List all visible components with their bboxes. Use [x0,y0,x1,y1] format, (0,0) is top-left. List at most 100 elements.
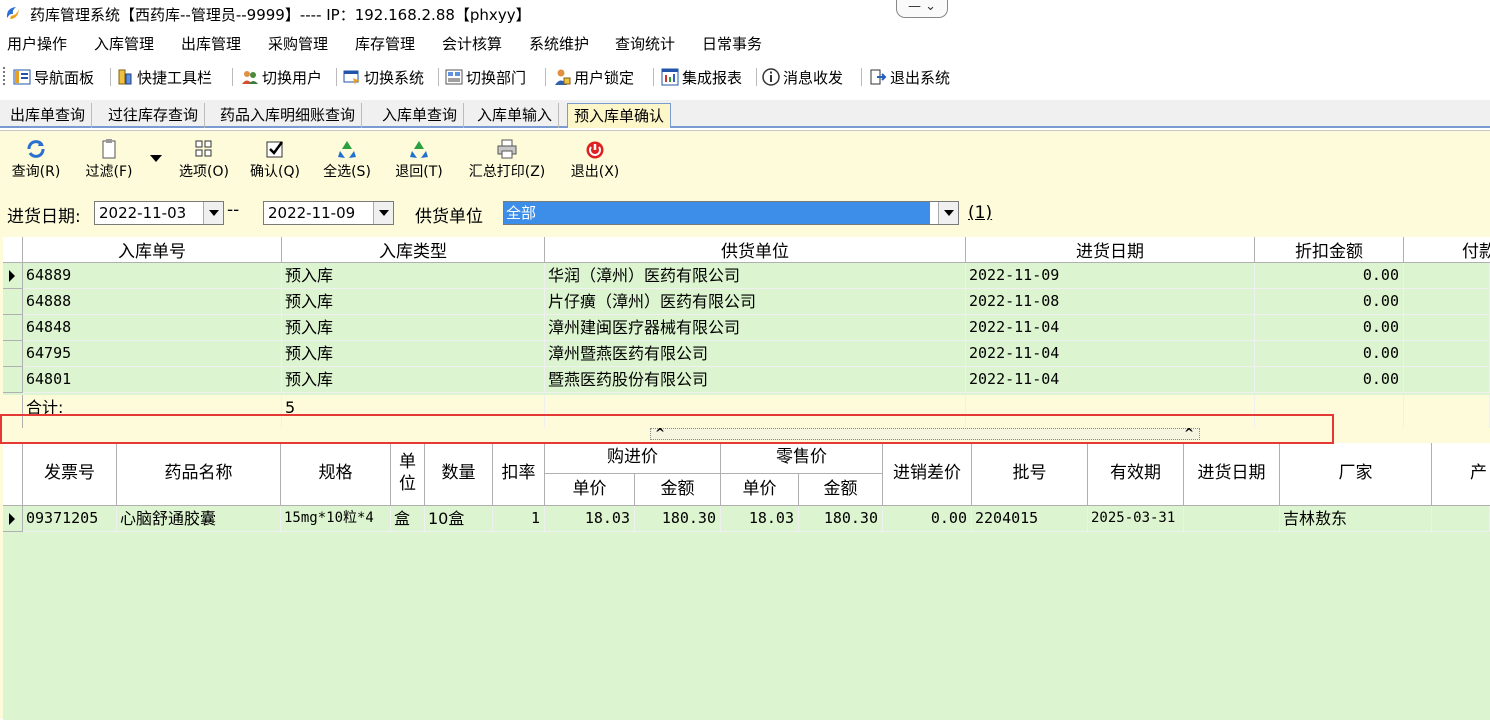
table-cell[interactable]: 2022-11-09 [966,263,1255,289]
panel-splitter[interactable]: ^ ^ [0,426,1490,442]
table-cell[interactable]: 2022-11-04 [966,341,1255,367]
chevron-up-icon[interactable]: ^ [1184,426,1194,440]
table-cell[interactable]: 10盒 [425,506,493,532]
row-indicator[interactable] [3,263,23,289]
table-cell[interactable] [1404,315,1490,341]
col-purchase-unit-price[interactable]: 单价 [545,474,635,506]
col-manufacturer[interactable]: 厂家 [1280,443,1432,506]
tab-inbound-ledger[interactable]: 药品入库明细账查询 [214,103,363,128]
row-indicator[interactable] [3,506,23,532]
col-inbound-no[interactable]: 入库单号 [23,237,282,263]
table-cell[interactable]: 华润（漳州）医药有限公司 [545,263,966,289]
table-cell[interactable]: 0.00 [883,506,972,532]
select-all-button[interactable]: 全选(S) [318,139,376,183]
table-cell[interactable]: 0.00 [1255,315,1404,341]
menu-user-ops[interactable]: 用户操作 [7,33,67,54]
table-cell[interactable]: 暨燕医药股份有限公司 [545,367,966,393]
row-indicator[interactable] [3,367,23,393]
tab-inbound-entry[interactable]: 入库单输入 [471,103,560,128]
table-cell[interactable]: 0.00 [1255,367,1404,393]
chevron-down-icon[interactable] [938,202,958,224]
col-discount-amount[interactable]: 折扣金额 [1255,237,1404,263]
table-cell[interactable]: 2022-11-04 [966,315,1255,341]
table-cell[interactable]: 0.00 [1255,289,1404,315]
table-cell[interactable]: 18.03 [545,506,635,532]
record-count-link[interactable]: (1) [968,203,992,223]
col-invoice-no[interactable]: 发票号 [23,443,117,506]
toolbar-grip[interactable] [3,67,6,85]
table-cell[interactable]: 预入库 [282,341,545,367]
row-indicator[interactable] [3,315,23,341]
table-cell[interactable]: 2204015 [972,506,1088,532]
table-cell[interactable]: 18.03 [721,506,799,532]
table-cell[interactable]: 1 [493,506,545,532]
supplier-select[interactable]: 全部 [503,201,959,225]
window-controls[interactable]: — ⌄ [896,0,948,18]
col-purchase-date[interactable]: 进货日期 [1184,443,1280,506]
col-purchase-price[interactable]: 购进价 [545,443,721,474]
inbound-detail-grid[interactable]: 发票号 药品名称 规格 单位 数量 扣率 购进价 单价 金额 零售价 单价 金额… [3,443,1490,720]
tab-outbound-query[interactable]: 出库单查询 [4,103,93,128]
menu-daily[interactable]: 日常事务 [702,33,762,54]
col-purchase-amount[interactable]: 金额 [635,474,721,506]
table-cell[interactable]: 盒 [391,506,425,532]
table-cell[interactable]: 吉林敖东 [1280,506,1432,532]
row-indicator[interactable] [3,289,23,315]
exit-button[interactable]: 退出(X) [566,139,624,183]
table-row[interactable]: 64888 [23,289,282,315]
table-cell[interactable]: 片仔癀（漳州）医药有限公司 [545,289,966,315]
date-from-picker[interactable]: 2022-11-03 [94,201,224,225]
options-button[interactable]: 选项(O) [174,139,234,183]
splitter-handle[interactable] [650,428,1200,440]
menu-inbound[interactable]: 入库管理 [94,33,154,54]
menu-inventory[interactable]: 库存管理 [355,33,415,54]
table-cell[interactable] [1404,367,1490,393]
messages-button[interactable]: 消息收发 [762,67,843,89]
table-cell[interactable]: 心脑舒通胶囊 [117,506,281,532]
col-batch-no[interactable]: 批号 [972,443,1088,506]
col-expiry[interactable]: 有效期 [1088,443,1184,506]
col-origin[interactable]: 产 [1432,443,1490,506]
table-cell[interactable]: 2025-03-31 [1088,506,1184,532]
chevron-up-icon[interactable]: ^ [655,426,665,440]
menu-system[interactable]: 系统维护 [529,33,589,54]
exit-system-button[interactable]: 退出系统 [869,67,950,89]
col-purchase-date[interactable]: 进货日期 [966,237,1255,263]
summary-print-button[interactable]: 汇总打印(Z) [462,139,552,183]
menu-query[interactable]: 查询统计 [615,33,675,54]
tab-past-inventory[interactable]: 过往库存查询 [102,103,206,128]
table-cell[interactable] [1404,341,1490,367]
table-cell[interactable]: 预入库 [282,263,545,289]
chevron-down-icon[interactable] [203,202,223,224]
filter-dropdown-caret[interactable] [150,155,162,162]
col-payment[interactable]: 付款 [1404,237,1490,263]
table-cell[interactable]: 180.30 [635,506,721,532]
tab-pre-inbound-confirm[interactable]: 预入库单确认 [567,103,672,128]
table-cell[interactable]: 2022-11-08 [966,289,1255,315]
table-cell[interactable]: 预入库 [282,367,545,393]
table-row[interactable]: 64848 [23,315,282,341]
col-retail-price[interactable]: 零售价 [721,443,883,474]
col-quantity[interactable]: 数量 [425,443,493,506]
switch-dept-button[interactable]: 切换部门 [445,67,526,89]
filter-button[interactable]: 过滤(F) [80,139,138,183]
table-cell[interactable]: 2022-11-04 [966,367,1255,393]
switch-system-button[interactable]: 切换系统 [343,67,424,89]
menu-purchase[interactable]: 采购管理 [268,33,328,54]
return-button[interactable]: 退回(T) [390,139,448,183]
col-inbound-type[interactable]: 入库类型 [282,237,545,263]
col-unit[interactable]: 单位 [391,443,425,506]
col-spec[interactable]: 规格 [281,443,391,506]
table-cell[interactable] [1184,506,1280,532]
row-indicator[interactable] [3,341,23,367]
tab-inbound-query[interactable]: 入库单查询 [376,103,465,128]
integrated-report-button[interactable]: 集成报表 [661,67,742,89]
table-cell[interactable]: 预入库 [282,315,545,341]
table-row[interactable]: 64801 [23,367,282,393]
table-cell[interactable] [1404,263,1490,289]
col-retail-amount[interactable]: 金额 [799,474,883,506]
nav-panel-button[interactable]: 导航面板 [13,67,94,89]
quick-toolbar-button[interactable]: 快捷工具栏 [116,67,212,89]
table-cell[interactable]: 预入库 [282,289,545,315]
date-to-picker[interactable]: 2022-11-09 [263,201,394,225]
